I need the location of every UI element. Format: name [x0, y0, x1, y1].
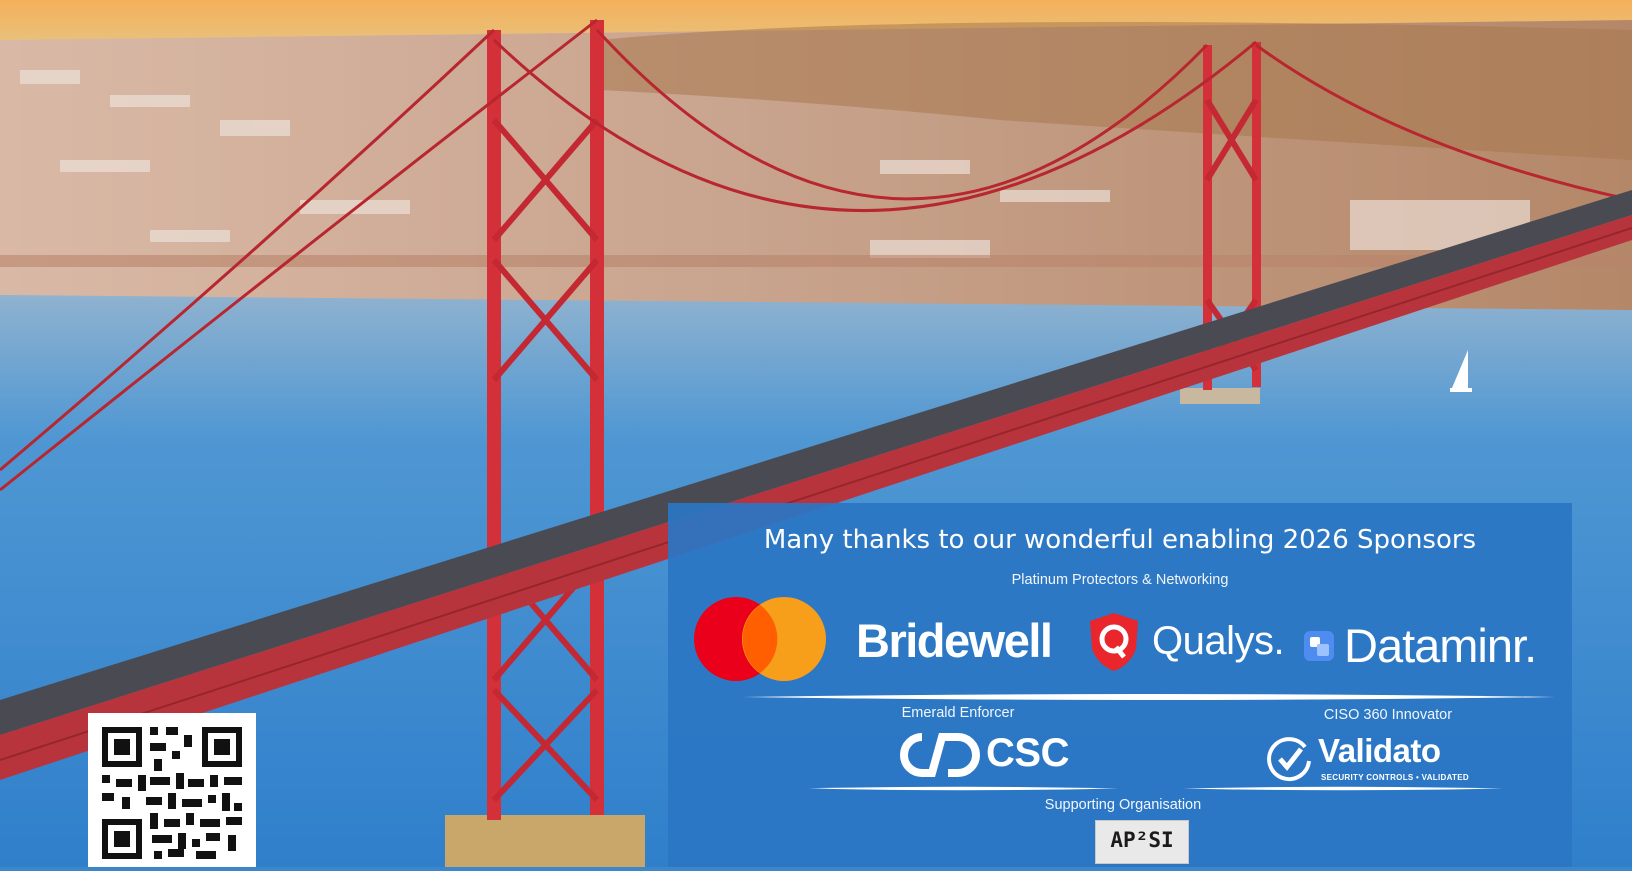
panel-title: Many thanks to our wonderful enabling 20… — [763, 525, 1477, 555]
csc-logo[interactable]: CSC — [986, 731, 1069, 776]
ap2si-logo[interactable]: AP²SI — [1095, 820, 1189, 864]
tier-ciso-label: CISO 360 Innovator — [1323, 707, 1453, 723]
qr-code-icon[interactable] — [88, 713, 256, 867]
dataminr-logo[interactable]: Dataminr. — [1344, 618, 1537, 673]
divider-right — [1183, 786, 1503, 791]
ap2si-wordmark: AP²SI — [1110, 828, 1174, 852]
qr-code-pattern — [102, 727, 242, 859]
qualys-shield-icon[interactable] — [1086, 611, 1142, 673]
bridewell-logo[interactable]: Bridewell — [856, 613, 1053, 668]
sponsors-panel: Many thanks to our wonderful enabling 20… — [668, 503, 1572, 867]
check-circle-icon[interactable] — [1265, 735, 1313, 783]
mastercard-logo-icon[interactable] — [692, 595, 828, 683]
divider-left — [808, 786, 1118, 791]
validato-logo[interactable]: Validato — [1318, 732, 1441, 770]
qualys-logo[interactable]: Qualys. — [1152, 619, 1285, 664]
tier-platinum-label: Platinum Protectors & Networking — [1011, 572, 1229, 588]
csc-loop-icon[interactable] — [898, 731, 982, 779]
dataminr-square-icon[interactable] — [1302, 627, 1336, 663]
tier-emerald-label: Emerald Enforcer — [901, 705, 1015, 721]
tier-supporting-label: Supporting Organisation — [1044, 797, 1202, 813]
validato-tagline: SECURITY CONTROLS • VALIDATED — [1321, 773, 1469, 782]
divider-main — [743, 694, 1555, 700]
